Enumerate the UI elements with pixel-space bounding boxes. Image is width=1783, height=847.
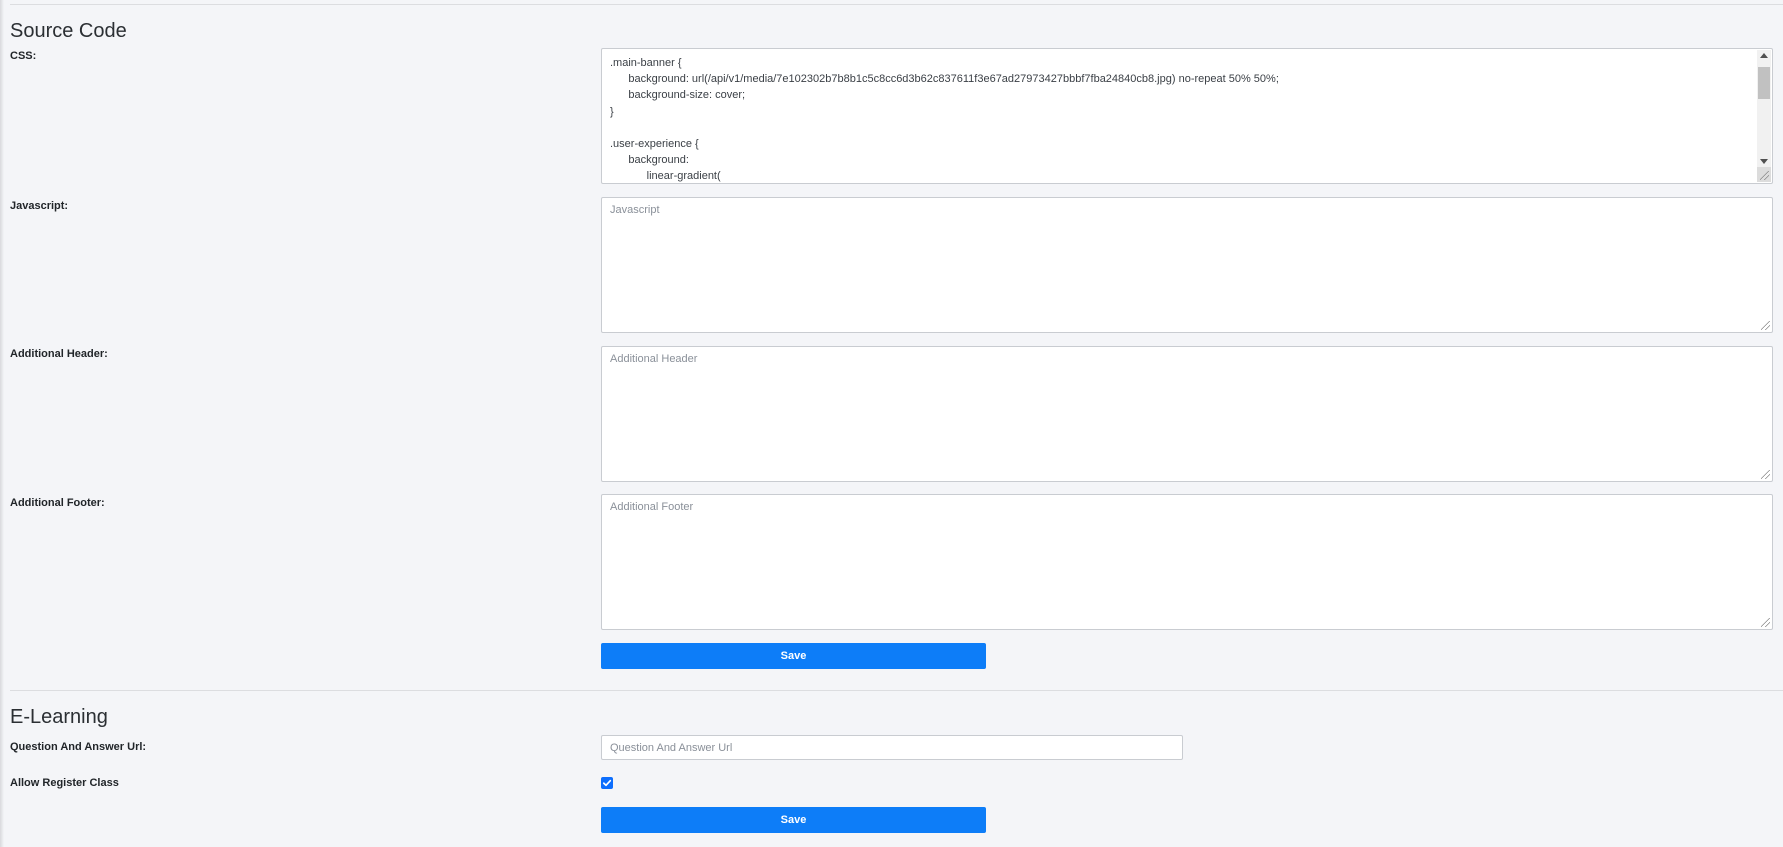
css-scrollbar[interactable] — [1757, 50, 1771, 182]
scroll-down-arrow-icon[interactable] — [1760, 159, 1768, 164]
css-code-line: linear-gradient( — [610, 170, 721, 183]
css-label: CSS: — [10, 50, 37, 62]
resize-grip-icon[interactable] — [1760, 171, 1769, 180]
resize-grip-icon[interactable] — [1761, 321, 1770, 330]
javascript-placeholder: Javascript — [610, 204, 660, 216]
resize-corner[interactable] — [1757, 167, 1771, 182]
scroll-thumb[interactable] — [1758, 67, 1770, 99]
e-learning-save-button[interactable]: Save — [601, 807, 986, 833]
additional-footer-label: Additional Footer: — [10, 497, 105, 509]
qa-url-input[interactable]: Question And Answer Url — [601, 735, 1183, 760]
css-textarea[interactable]: .main-banner { background: url(/api/v1/m… — [601, 48, 1773, 184]
additional-footer-placeholder: Additional Footer — [610, 501, 694, 513]
additional-header-placeholder: Additional Header — [610, 353, 698, 365]
resize-grip-icon[interactable] — [1761, 618, 1770, 627]
css-code-line: .main-banner { — [610, 57, 682, 69]
css-code-content: .main-banner { background: url(/api/v1/m… — [610, 55, 1764, 183]
top-divider — [10, 4, 1783, 5]
css-code-line: background: url(/api/v1/media/7e102302b7… — [610, 73, 1279, 86]
javascript-label: Javascript: — [10, 200, 69, 212]
resize-grip-icon[interactable] — [1761, 470, 1770, 479]
allow-register-class-checkbox[interactable] — [601, 777, 613, 789]
e-learning-section-title: E-Learning — [10, 706, 108, 728]
css-code-line: background-size: cover; — [610, 89, 746, 102]
page-left-edge — [0, 0, 4, 847]
source-code-save-button[interactable]: Save — [601, 643, 986, 669]
scroll-up-arrow-icon[interactable] — [1760, 53, 1768, 58]
css-code-line: } — [610, 105, 614, 118]
source-code-section-title: Source Code — [10, 20, 127, 42]
css-code-line: .user-experience { — [610, 138, 699, 151]
javascript-textarea[interactable]: Javascript — [601, 197, 1773, 333]
additional-header-textarea[interactable]: Additional Header — [601, 346, 1773, 482]
section-divider — [10, 690, 1783, 691]
css-code-line: background: — [610, 154, 689, 167]
qa-url-label: Question And Answer Url: — [10, 741, 147, 753]
additional-footer-textarea[interactable]: Additional Footer — [601, 494, 1773, 630]
additional-header-label: Additional Header: — [10, 348, 108, 360]
allow-register-class-label: Allow Register Class — [10, 777, 119, 789]
qa-url-placeholder: Question And Answer Url — [610, 741, 733, 754]
checkmark-icon — [602, 779, 612, 787]
css-code-line — [610, 120, 1764, 136]
